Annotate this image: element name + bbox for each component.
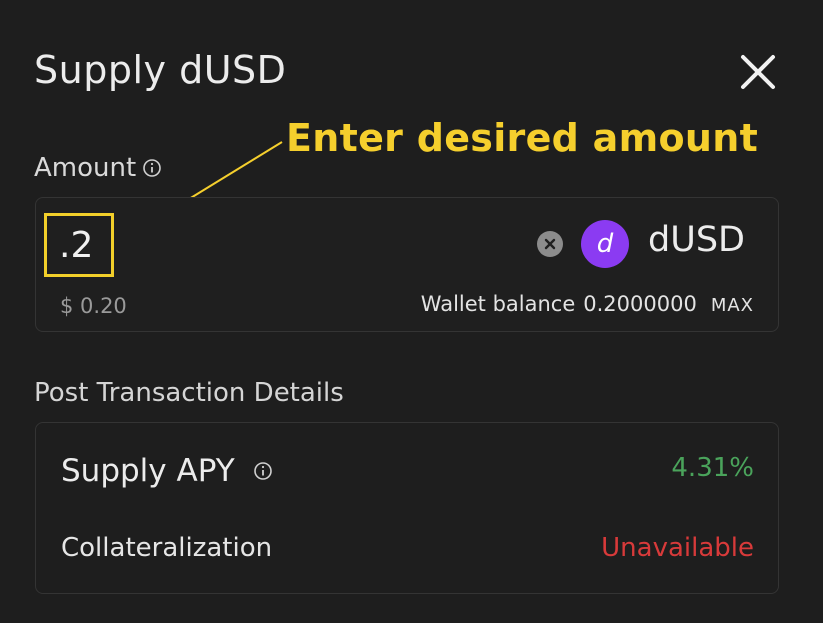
amount-input[interactable] — [44, 213, 114, 277]
usd-value: $ 0.20 — [60, 294, 127, 318]
wallet-balance-label: Wallet balance — [420, 292, 576, 316]
info-icon[interactable] — [142, 158, 162, 178]
supply-apy-value: 4.31% — [671, 453, 754, 483]
collateralization-label: Collateralization — [61, 533, 273, 563]
amount-label-row: Amount — [34, 153, 162, 183]
post-transaction-details: Supply APY 4.31% Collateralization Unava… — [35, 422, 779, 594]
clear-amount-button[interactable] — [537, 231, 563, 257]
close-button[interactable] — [738, 52, 778, 92]
supply-apy-label: Supply APY — [61, 453, 235, 489]
amount-label: Amount — [34, 153, 137, 183]
post-transaction-title: Post Transaction Details — [34, 378, 344, 408]
token-symbol: dUSD — [648, 220, 746, 260]
supply-apy-row: Supply APY — [61, 453, 273, 489]
max-button[interactable]: MAX — [711, 295, 754, 316]
wallet-balance-row: Wallet balance 0.2000000 MAX — [421, 292, 754, 316]
dusd-token-icon: d — [581, 220, 629, 268]
supply-modal: Supply dUSD Amount Enter desired amount … — [0, 0, 823, 623]
modal-title: Supply dUSD — [34, 48, 287, 92]
wallet-balance-value: 0.2000000 — [583, 292, 697, 316]
annotation-callout: Enter desired amount — [286, 116, 759, 160]
clear-icon — [544, 238, 556, 250]
collateralization-value: Unavailable — [601, 533, 754, 563]
amount-input-panel: $ 0.20 d dUSD Wallet balance 0.2000000 M… — [35, 197, 779, 332]
close-icon — [741, 55, 775, 89]
info-icon[interactable] — [253, 461, 273, 481]
